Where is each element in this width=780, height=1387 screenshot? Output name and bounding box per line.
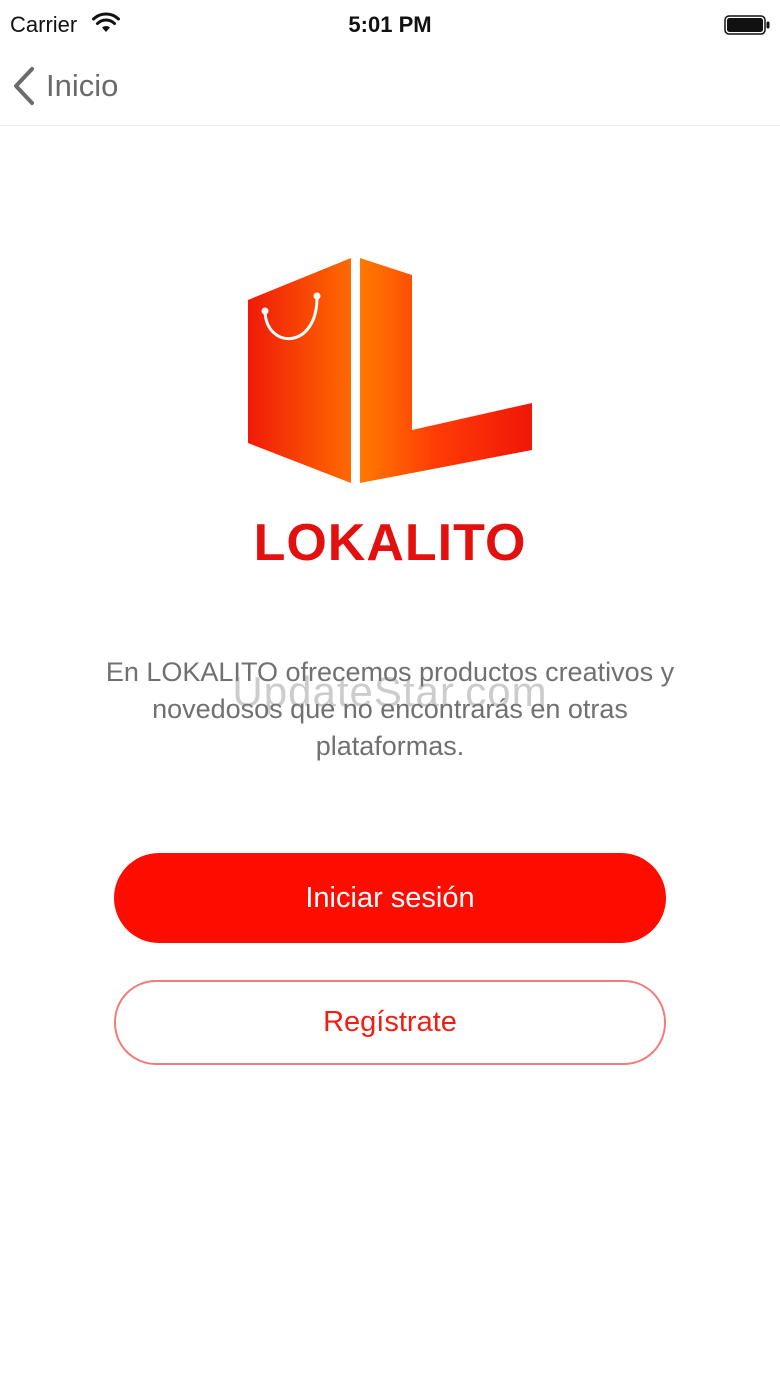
back-label: Inicio xyxy=(46,68,119,103)
status-bar: Carrier 5:01 PM xyxy=(0,0,780,52)
battery-icon xyxy=(724,15,770,35)
brand-name: LOKALITO xyxy=(253,514,527,572)
status-time: 5:01 PM xyxy=(348,12,432,37)
register-button[interactable]: Regístrate xyxy=(114,980,666,1065)
login-button[interactable]: Iniciar sesión xyxy=(114,853,666,943)
chevron-left-icon xyxy=(14,67,34,105)
watermark: UpdateStar.com xyxy=(232,668,548,715)
back-button[interactable]: Inicio xyxy=(10,64,118,108)
welcome-screen: Carrier 5:01 PM Inicio LOKALITO En LOKAL… xyxy=(0,0,780,1387)
navigation-bar: Inicio xyxy=(0,52,780,126)
shopping-bag-l-logo-icon xyxy=(248,258,532,483)
